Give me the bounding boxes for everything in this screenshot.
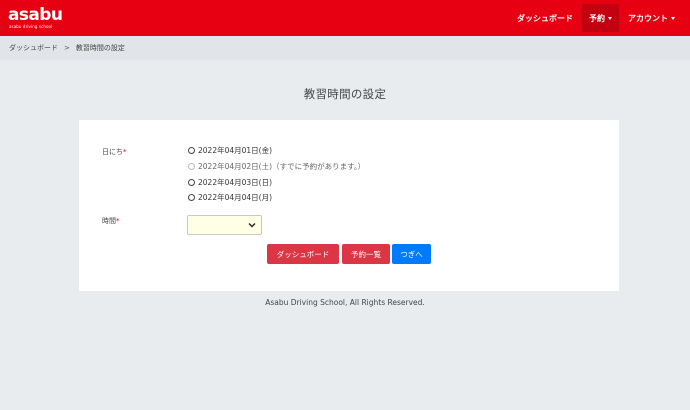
date-option-4[interactable]: 2022年04月04日(月) (188, 191, 272, 203)
date-option-label: 2022年04月04日(月) (198, 192, 273, 202)
date-label: 日にち* (102, 147, 127, 157)
radio-icon[interactable] (188, 178, 195, 186)
footer-copyright: Asabu Driving School, All Rights Reserve… (265, 298, 425, 307)
brand-logo-word: asabu (8, 5, 63, 25)
dashboard-button[interactable]: ダッシュボード (267, 244, 339, 264)
page-title: 教習時間の設定 (303, 87, 387, 101)
nav-account-dropdown[interactable]: アカウント (619, 4, 684, 32)
reservation-list-button[interactable]: 予約一覧 (342, 244, 390, 264)
top-navbar: asabu asabu driving school ダッシュボード 予約 アカ… (0, 0, 690, 36)
form-card: 日にち* 2022年04月01日(金) 2022年04月02日(土)（すでに予約… (79, 120, 619, 291)
next-button[interactable]: つぎへ (392, 244, 431, 264)
nav-reservation-label: 予約 (589, 13, 605, 23)
breadcrumb-current: 教習時間の設定 (75, 44, 125, 52)
required-mark: * (116, 217, 120, 225)
caret-down-icon (671, 16, 675, 20)
breadcrumb: ダッシュボード > 教習時間の設定 (0, 36, 690, 60)
brand-logo[interactable]: asabu asabu driving school (8, 5, 63, 31)
radio-icon (188, 162, 195, 170)
date-option-1[interactable]: 2022年04月01日(金) (188, 144, 272, 156)
time-select[interactable] (187, 215, 262, 235)
date-option-label: 2022年04月01日(金) (198, 145, 273, 155)
nav-dashboard-link[interactable]: ダッシュボード (508, 4, 582, 32)
radio-icon[interactable] (188, 146, 195, 154)
time-label: 時間* (102, 216, 120, 226)
nav-account-label: アカウント (628, 13, 668, 23)
radio-icon[interactable] (188, 193, 195, 201)
date-option-label: 2022年04月02日(土)（すでに予約があります。） (198, 161, 366, 171)
date-option-label: 2022年04月03日(日) (198, 177, 273, 187)
nav-menu: ダッシュボード 予約 アカウント (508, 0, 684, 36)
nav-reservation-dropdown[interactable]: 予約 (582, 4, 619, 32)
time-label-text: 時間 (102, 217, 116, 225)
chevron-down-icon (248, 223, 256, 228)
breadcrumb-separator: > (64, 44, 70, 52)
caret-down-icon (608, 16, 612, 20)
date-option-2: 2022年04月02日(土)（すでに予約があります。） (188, 160, 365, 172)
required-mark: * (123, 148, 127, 156)
date-label-text: 日にち (102, 148, 123, 156)
breadcrumb-home-link[interactable]: ダッシュボード (9, 43, 58, 53)
date-option-3[interactable]: 2022年04月03日(日) (188, 176, 272, 188)
